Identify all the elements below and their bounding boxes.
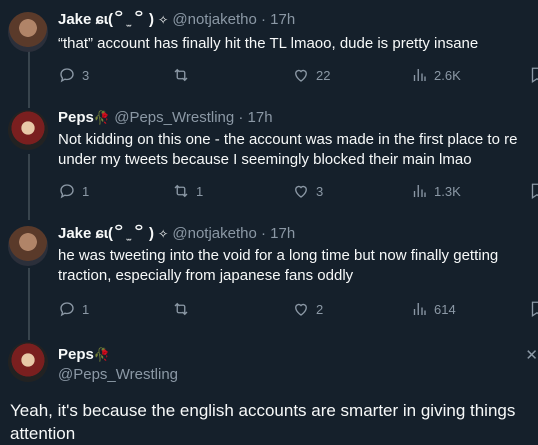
timestamp[interactable]: · 17h (238, 109, 272, 126)
views-icon (413, 69, 426, 81)
reply-icon (60, 302, 74, 317)
timestamp[interactable]: · 17h (261, 11, 295, 28)
views-button[interactable]: 2.6K (410, 66, 461, 84)
composer-text[interactable]: Yeah, it's because the english accounts … (10, 399, 538, 445)
tweet[interactable]: Peps🥀 @Peps_Wrestling · 17h Not kidding … (0, 108, 538, 208)
bookmark-icon[interactable] (528, 66, 538, 84)
composer-display-name[interactable]: Peps🥀 (58, 346, 110, 363)
bookmark-icon[interactable] (528, 300, 538, 318)
heart-icon (295, 303, 307, 316)
tweet-header: Peps🥀 @Peps_Wrestling · 17h (58, 108, 273, 128)
retweet-count: 1 (196, 183, 204, 199)
avatar[interactable] (8, 342, 48, 382)
badge-icon: ✧ (158, 13, 169, 27)
reply-button[interactable]: 3 (58, 66, 89, 84)
retweet-button[interactable] (172, 300, 196, 318)
avatar[interactable] (8, 226, 48, 266)
retweet-icon (174, 68, 188, 82)
handle[interactable]: @Peps_Wrestling (114, 109, 234, 126)
views-icon (413, 185, 426, 197)
tweet-text-line: “that” account has finally hit the TL lm… (58, 35, 479, 52)
like-button[interactable]: 2 (292, 300, 323, 318)
display-name[interactable]: Jake ɕɩ(꒪ ̫ ꒪ ) (58, 225, 154, 242)
avatar[interactable] (8, 12, 48, 52)
handle[interactable]: @notjaketho (172, 11, 256, 28)
reply-count: 1 (82, 183, 90, 199)
views-button[interactable]: 1.3K (410, 182, 461, 200)
reply-icon (60, 184, 74, 199)
views-button[interactable]: 614 (410, 300, 456, 318)
views-icon (413, 303, 426, 315)
view-count: 2.6K (434, 67, 461, 83)
tweet-text: he was tweeting into the void for a long… (58, 246, 498, 286)
heart-icon (295, 69, 307, 82)
badge-icon: ✧ (158, 227, 169, 241)
view-count: 614 (434, 301, 456, 317)
bookmark-icon[interactable] (528, 182, 538, 200)
tweet-actions: 3 22 2.6K (58, 66, 538, 86)
display-name[interactable]: Jake ɕɩ(꒪ ̫ ꒪ ) (58, 11, 154, 28)
retweet-icon (174, 184, 188, 198)
timestamp[interactable]: · 17h (261, 225, 295, 242)
tweet-header: Jake ɕɩ(꒪ ̫ ꒪ ) ✧ @notjaketho · 17h (58, 10, 295, 30)
composer-handle[interactable]: @Peps_Wrestling (58, 366, 178, 383)
handle[interactable]: @notjaketho (172, 225, 256, 242)
reply-button[interactable]: 1 (58, 300, 89, 318)
rose-icon: 🥀 (93, 110, 111, 125)
tweet-actions: 1 2 614 (58, 300, 538, 320)
tweet-text-line: traction, especially from japanese fans … (58, 267, 354, 284)
tweet-text-line: he was tweeting into the void for a long… (58, 247, 499, 264)
like-count: 3 (316, 183, 324, 199)
display-name[interactable]: Peps (58, 346, 94, 363)
reply-icon (60, 68, 74, 83)
like-count: 2 (316, 301, 324, 317)
tweet[interactable]: Jake ɕɩ(꒪ ̫ ꒪ ) ✧ @notjaketho · 17h he w… (0, 224, 538, 324)
retweet-icon (174, 302, 188, 316)
like-button[interactable]: 3 (292, 182, 323, 200)
view-count: 1.3K (434, 183, 461, 199)
tweet-text: “that” account has finally hit the TL lm… (58, 34, 478, 54)
like-count: 22 (316, 67, 331, 83)
rose-icon: 🥀 (93, 347, 111, 362)
display-name[interactable]: Peps (58, 109, 94, 126)
avatar[interactable] (8, 110, 48, 150)
reply-count: 1 (82, 301, 90, 317)
retweet-button[interactable] (172, 66, 196, 84)
tweet-header: Jake ɕɩ(꒪ ̫ ꒪ ) ✧ @notjaketho · 17h (58, 224, 295, 244)
close-icon[interactable]: ✕ (525, 346, 538, 364)
reply-count: 3 (82, 67, 90, 83)
heart-icon (295, 185, 307, 198)
tweet[interactable]: Jake ɕɩ(꒪ ̫ ꒪ ) ✧ @notjaketho · 17h “tha… (0, 10, 538, 100)
like-button[interactable]: 22 (292, 66, 330, 84)
retweet-button[interactable]: 1 (172, 182, 203, 200)
tweet-text-line: under my tweets because I seemingly bloc… (58, 151, 472, 168)
reply-button[interactable]: 1 (58, 182, 89, 200)
tweet-actions: 1 1 3 1.3K (58, 182, 538, 202)
tweet-text: Not kidding on this one - the account wa… (58, 130, 517, 170)
tweet-text-line: Not kidding on this one - the account wa… (58, 131, 518, 148)
